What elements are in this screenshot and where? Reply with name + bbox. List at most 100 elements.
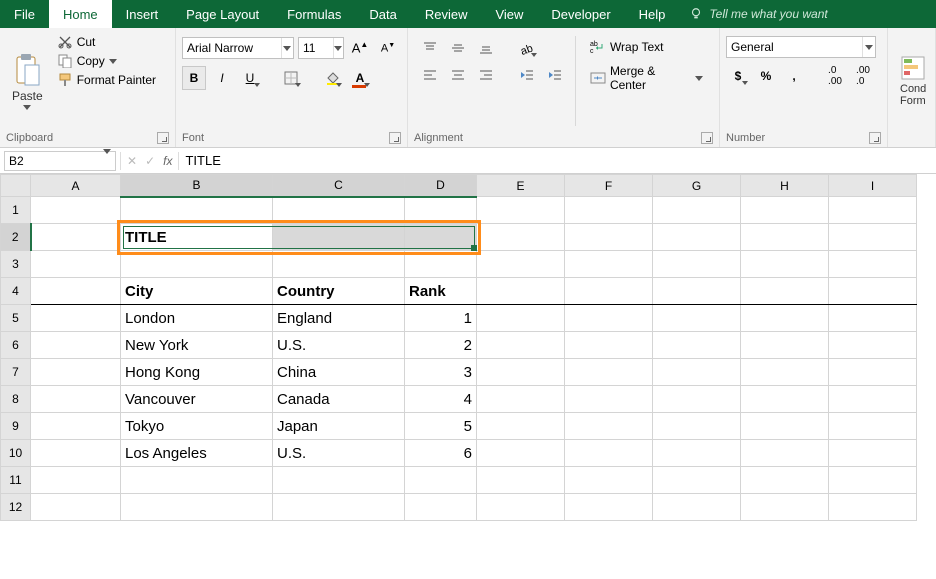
increase-decimal-button[interactable]: .0.00: [823, 64, 847, 88]
font-size-input[interactable]: [299, 41, 333, 55]
cell-A10[interactable]: [31, 440, 121, 467]
row-header-4[interactable]: 4: [1, 278, 31, 305]
tab-home[interactable]: Home: [49, 0, 112, 28]
cell-B3[interactable]: [121, 251, 273, 278]
bold-button[interactable]: B: [182, 66, 206, 90]
percent-format-button[interactable]: %: [754, 64, 778, 88]
cell-F2[interactable]: [565, 224, 653, 251]
cell-C12[interactable]: [273, 494, 405, 521]
cell-I3[interactable]: [829, 251, 917, 278]
col-header-G[interactable]: G: [653, 175, 741, 197]
col-header-A[interactable]: A: [31, 175, 121, 197]
row-header-6[interactable]: 6: [1, 332, 31, 359]
row-header-3[interactable]: 3: [1, 251, 31, 278]
row-header-1[interactable]: 1: [1, 197, 31, 224]
cell-F1[interactable]: [565, 197, 653, 224]
cell-A11[interactable]: [31, 467, 121, 494]
number-format-input[interactable]: [727, 40, 862, 54]
cell-H9[interactable]: [741, 413, 829, 440]
cell-I1[interactable]: [829, 197, 917, 224]
cell-H8[interactable]: [741, 386, 829, 413]
cell-G11[interactable]: [653, 467, 741, 494]
cell-A8[interactable]: [31, 386, 121, 413]
cell-C7[interactable]: China: [273, 359, 405, 386]
col-header-C[interactable]: C: [273, 175, 405, 197]
cell-E3[interactable]: [477, 251, 565, 278]
font-size-combo[interactable]: [298, 37, 344, 59]
format-painter-button[interactable]: Format Painter: [57, 72, 156, 88]
cell-C5[interactable]: England: [273, 305, 405, 332]
wrap-text-button[interactable]: abc Wrap Text: [584, 36, 709, 58]
cell-A4[interactable]: [31, 278, 121, 305]
cell-A7[interactable]: [31, 359, 121, 386]
tab-insert[interactable]: Insert: [112, 0, 173, 28]
align-bottom-button[interactable]: [474, 36, 498, 60]
cell-C9[interactable]: Japan: [273, 413, 405, 440]
increase-font-button[interactable]: A▲: [348, 36, 372, 60]
align-middle-button[interactable]: [446, 36, 470, 60]
cell-C4[interactable]: Country: [273, 278, 405, 305]
font-name-combo[interactable]: [182, 37, 294, 59]
cell-A6[interactable]: [31, 332, 121, 359]
fx-icon[interactable]: fx: [163, 154, 172, 168]
cell-F7[interactable]: [565, 359, 653, 386]
row-header-12[interactable]: 12: [1, 494, 31, 521]
cell-H10[interactable]: [741, 440, 829, 467]
tab-data[interactable]: Data: [355, 0, 410, 28]
name-box[interactable]: B2: [4, 151, 116, 171]
cell-B2[interactable]: TITLE: [121, 224, 273, 251]
row-header-11[interactable]: 11: [1, 467, 31, 494]
copy-button[interactable]: Copy: [57, 53, 156, 69]
align-top-button[interactable]: [418, 36, 442, 60]
cell-A2[interactable]: [31, 224, 121, 251]
cell-H6[interactable]: [741, 332, 829, 359]
align-left-button[interactable]: [418, 63, 442, 87]
cell-F5[interactable]: [565, 305, 653, 332]
cell-C6[interactable]: U.S.: [273, 332, 405, 359]
cell-D8[interactable]: 4: [405, 386, 477, 413]
decrease-decimal-button[interactable]: .00.0: [851, 64, 875, 88]
cell-D12[interactable]: [405, 494, 477, 521]
cell-A1[interactable]: [31, 197, 121, 224]
cell-I11[interactable]: [829, 467, 917, 494]
cell-I8[interactable]: [829, 386, 917, 413]
enter-formula-icon[interactable]: ✓: [145, 154, 155, 168]
tell-me-search[interactable]: Tell me what you want: [679, 0, 837, 28]
cell-E9[interactable]: [477, 413, 565, 440]
cell-G6[interactable]: [653, 332, 741, 359]
select-all-corner[interactable]: [1, 175, 31, 197]
cell-I9[interactable]: [829, 413, 917, 440]
row-header-8[interactable]: 8: [1, 386, 31, 413]
cell-H7[interactable]: [741, 359, 829, 386]
cell-I5[interactable]: [829, 305, 917, 332]
cell-F8[interactable]: [565, 386, 653, 413]
tab-review[interactable]: Review: [411, 0, 482, 28]
tab-formulas[interactable]: Formulas: [273, 0, 355, 28]
tab-help[interactable]: Help: [625, 0, 680, 28]
cell-G12[interactable]: [653, 494, 741, 521]
cell-F12[interactable]: [565, 494, 653, 521]
paste-button[interactable]: Paste: [6, 32, 49, 130]
cell-H5[interactable]: [741, 305, 829, 332]
row-header-2[interactable]: 2: [1, 224, 31, 251]
spreadsheet-grid[interactable]: ABCDEFGHI12TITLE34CityCountryRank5London…: [0, 174, 936, 521]
col-header-B[interactable]: B: [121, 175, 273, 197]
cell-E2[interactable]: [477, 224, 565, 251]
cell-C8[interactable]: Canada: [273, 386, 405, 413]
font-color-button[interactable]: A: [348, 66, 372, 90]
cell-B7[interactable]: Hong Kong: [121, 359, 273, 386]
italic-button[interactable]: I: [210, 66, 234, 90]
cell-B5[interactable]: London: [121, 305, 273, 332]
cell-I12[interactable]: [829, 494, 917, 521]
cell-F3[interactable]: [565, 251, 653, 278]
cell-C3[interactable]: [273, 251, 405, 278]
cell-H2[interactable]: [741, 224, 829, 251]
cell-G9[interactable]: [653, 413, 741, 440]
cell-G10[interactable]: [653, 440, 741, 467]
cell-C2[interactable]: [273, 224, 405, 251]
conditional-formatting-button[interactable]: CondForm: [894, 32, 932, 130]
cell-G8[interactable]: [653, 386, 741, 413]
cell-D7[interactable]: 3: [405, 359, 477, 386]
font-name-input[interactable]: [183, 41, 281, 55]
cell-B10[interactable]: Los Angeles: [121, 440, 273, 467]
